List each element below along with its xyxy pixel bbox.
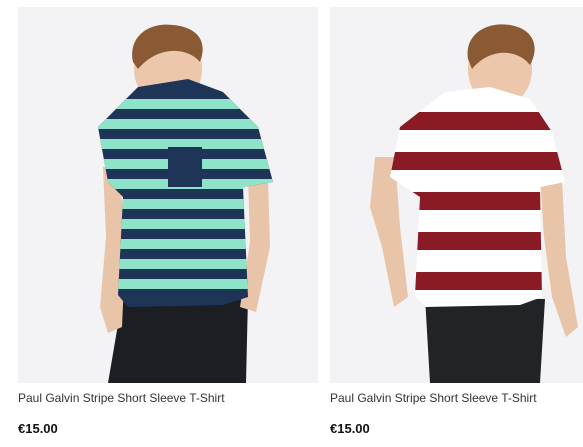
- product-price: €15.00: [330, 421, 370, 436]
- product-card[interactable]: Paul Galvin Stripe Short Sleeve T-Shirt …: [18, 0, 318, 436]
- product-price: €15.00: [18, 421, 58, 436]
- model-photo-illustration: [98, 24, 273, 383]
- product-card[interactable]: Paul Galvin Stripe Short Sleeve T-Shirt …: [330, 0, 583, 436]
- product-title[interactable]: Paul Galvin Stripe Short Sleeve T-Shirt: [18, 391, 225, 405]
- product-image[interactable]: [330, 7, 583, 383]
- model-photo-illustration: [370, 24, 578, 383]
- product-image[interactable]: [18, 7, 318, 383]
- product-title[interactable]: Paul Galvin Stripe Short Sleeve T-Shirt: [330, 391, 537, 405]
